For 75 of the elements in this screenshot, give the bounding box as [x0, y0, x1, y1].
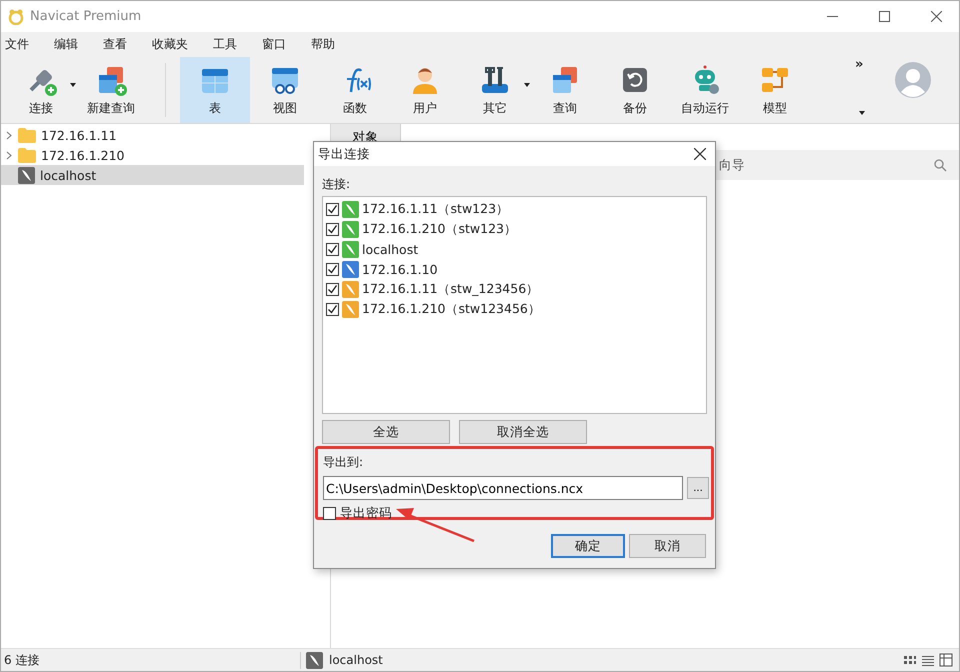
- checkbox[interactable]: [326, 222, 339, 236]
- connection-count: 6 连接: [3, 652, 40, 668]
- cancel-button[interactable]: 取消: [629, 534, 706, 558]
- toolbar-button[interactable]: 表: [180, 57, 250, 123]
- database-icon: [342, 220, 359, 238]
- connection-label: localhost: [362, 242, 418, 256]
- checkbox[interactable]: [326, 262, 339, 276]
- tree-item[interactable]: 172.16.1.210: [1, 145, 304, 165]
- toolbar-button[interactable]: 自动运行: [670, 57, 740, 123]
- chevron-icon[interactable]: [4, 130, 13, 140]
- checkbox[interactable]: [326, 282, 339, 296]
- maximize-icon[interactable]: [878, 11, 890, 22]
- checkbox[interactable]: [323, 507, 336, 520]
- toolbar-button[interactable]: 连接: [6, 57, 76, 123]
- search-icon[interactable]: [934, 158, 947, 172]
- app-logo-icon: [8, 8, 24, 24]
- overflow-button[interactable]: »: [855, 57, 864, 72]
- select-all-button[interactable]: 全选: [322, 420, 450, 444]
- tree-item[interactable]: 172.16.1.11: [1, 125, 304, 145]
- connections-label: 连接:: [322, 176, 352, 193]
- toolbar-button[interactable]: 函数: [320, 57, 390, 123]
- checkbox-label: 导出密码: [340, 505, 392, 522]
- menu-item[interactable]: 窗口: [262, 36, 297, 53]
- tree-item[interactable]: localhost: [1, 165, 304, 185]
- checkbox[interactable]: [326, 302, 339, 316]
- checkbox[interactable]: [326, 242, 339, 256]
- menu-item[interactable]: 帮助: [311, 36, 346, 53]
- menu-item[interactable]: 查看: [103, 36, 138, 53]
- chevron-icon[interactable]: [4, 150, 13, 160]
- database-icon: [342, 300, 359, 318]
- database-icon: [342, 200, 359, 218]
- close-icon[interactable]: [930, 11, 942, 22]
- menu-item[interactable]: 工具: [213, 36, 248, 53]
- database-icon: [342, 240, 359, 258]
- tree-label: 172.16.1.210: [41, 148, 124, 162]
- tree-label: 172.16.1.11: [41, 128, 117, 142]
- export-to-label: 导出到:: [323, 454, 364, 471]
- grid-view-icon[interactable]: [903, 653, 917, 667]
- list-view-icon[interactable]: [921, 653, 935, 667]
- database-icon: [342, 260, 359, 278]
- toolbar-button[interactable]: 新建查询: [76, 57, 146, 123]
- ok-button[interactable]: 确定: [551, 534, 625, 558]
- connection-label: 172.16.1.10: [362, 262, 438, 276]
- toolbar-button[interactable]: 模型: [740, 57, 810, 123]
- server-icon: [18, 166, 35, 184]
- connection-label: 172.16.1.11（stw_123456）: [362, 280, 540, 298]
- connection-label: 172.16.1.210（stw123456）: [362, 300, 541, 318]
- deselect-all-button[interactable]: 取消全选: [459, 420, 587, 444]
- toolbar-button[interactable]: 查询: [530, 57, 600, 123]
- database-icon: [342, 280, 359, 298]
- caret-icon[interactable]: [524, 83, 530, 87]
- connection-label: 172.16.1.11（stw123）: [362, 200, 510, 218]
- menu-item[interactable]: 编辑: [54, 36, 89, 53]
- checkbox[interactable]: [326, 202, 339, 216]
- caret-icon[interactable]: [70, 83, 76, 87]
- current-connection: localhost: [329, 653, 383, 667]
- window-title: Navicat Premium: [30, 9, 142, 24]
- server-icon: [306, 652, 323, 668]
- browse-button[interactable]: ...: [687, 477, 709, 499]
- menu-item[interactable]: 文件: [5, 36, 40, 53]
- caret-icon[interactable]: [859, 111, 865, 115]
- connection-label: 172.16.1.210（stw123）: [362, 220, 517, 238]
- close-icon[interactable]: [694, 148, 706, 160]
- tree-label: localhost: [40, 168, 96, 182]
- toolbar-button[interactable]: 用户: [390, 57, 460, 123]
- wizard-label[interactable]: 向导: [719, 156, 934, 174]
- path-field[interactable]: C:\Users\admin\Desktop\connections.ncx: [323, 476, 683, 500]
- detail-view-icon[interactable]: [939, 653, 953, 667]
- toolbar-button[interactable]: 其它: [460, 57, 530, 123]
- menu-item[interactable]: 收藏夹: [152, 36, 199, 53]
- folder-icon: [18, 148, 36, 162]
- toolbar-button[interactable]: 视图: [250, 57, 320, 123]
- folder-icon: [18, 128, 36, 142]
- minimize-icon[interactable]: [826, 16, 838, 17]
- toolbar-button[interactable]: 备份: [600, 57, 670, 123]
